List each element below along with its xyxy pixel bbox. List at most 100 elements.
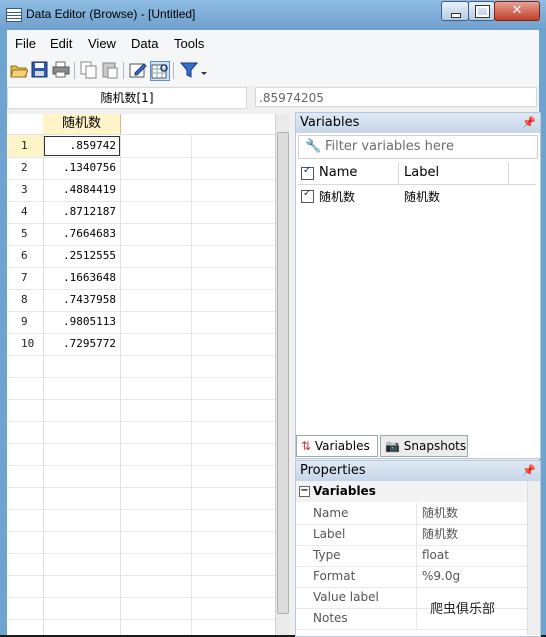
variable-checkbox[interactable]: [301, 188, 314, 203]
table-row[interactable]: [7, 531, 275, 554]
data-cell[interactable]: .7437958: [43, 289, 121, 311]
collapse-icon[interactable]: −: [299, 486, 310, 497]
property-row[interactable]: Name 随机数: [296, 503, 527, 525]
data-cell[interactable]: .2512555: [43, 245, 121, 267]
property-row[interactable]: Format %9.0g: [296, 566, 527, 588]
property-row[interactable]: Type float: [296, 545, 527, 567]
menu-edit[interactable]: Edit: [50, 36, 72, 51]
tab-snapshots[interactable]: 📷 Snapshots: [380, 435, 468, 457]
data-cell[interactable]: [43, 531, 121, 553]
data-cell[interactable]: .1663648: [43, 267, 121, 289]
select-all-checkbox[interactable]: [301, 165, 314, 180]
table-row[interactable]: 9.9805113: [7, 311, 275, 334]
data-cell[interactable]: [43, 509, 121, 531]
table-row[interactable]: [7, 443, 275, 466]
row-number[interactable]: 8: [7, 289, 44, 311]
table-row[interactable]: [7, 487, 275, 510]
current-cell-value[interactable]: .85974205: [255, 87, 537, 107]
filter-icon[interactable]: [179, 61, 199, 79]
filter-dropdown-icon[interactable]: [199, 61, 209, 79]
table-row[interactable]: [7, 399, 275, 422]
properties-group-variables[interactable]: − Variables: [296, 481, 527, 502]
data-cell[interactable]: [43, 487, 121, 509]
data-cell[interactable]: [43, 575, 121, 597]
row-number[interactable]: 5: [7, 223, 44, 245]
maximize-button[interactable]: [468, 1, 495, 21]
row-number[interactable]: 1: [7, 135, 44, 157]
row-number[interactable]: [7, 355, 44, 377]
data-cell[interactable]: [43, 619, 121, 635]
menu-file[interactable]: File: [15, 36, 36, 51]
table-row[interactable]: 5.7664683: [7, 223, 275, 246]
open-icon[interactable]: [10, 61, 29, 79]
row-number[interactable]: [7, 443, 44, 465]
data-cell[interactable]: .1340756: [43, 157, 121, 179]
column-header-random[interactable]: 随机数: [43, 114, 121, 134]
menu-data[interactable]: Data: [131, 36, 158, 51]
close-button[interactable]: ✕: [494, 1, 540, 21]
property-row[interactable]: Label 随机数: [296, 524, 527, 546]
grid-scrollbar[interactable]: [275, 114, 289, 635]
data-cell[interactable]: .859742: [43, 135, 121, 157]
data-cell[interactable]: [43, 597, 121, 619]
data-cell[interactable]: [43, 421, 121, 443]
table-row[interactable]: [7, 377, 275, 400]
data-cell[interactable]: [43, 377, 121, 399]
variable-row[interactable]: 随机数 随机数: [298, 186, 536, 206]
row-number[interactable]: 7: [7, 267, 44, 289]
row-number[interactable]: 10: [7, 333, 44, 355]
label-column-header[interactable]: Label: [404, 165, 439, 180]
table-row[interactable]: 4.8712187: [7, 201, 275, 224]
row-number[interactable]: [7, 575, 44, 597]
table-row[interactable]: [7, 355, 275, 378]
data-cell[interactable]: .7295772: [43, 333, 121, 355]
properties-scrollbar[interactable]: [527, 481, 540, 635]
edit-mode-icon[interactable]: [129, 61, 147, 79]
name-column-header[interactable]: Name: [319, 165, 357, 180]
table-row[interactable]: 10.7295772: [7, 333, 275, 356]
copy-icon[interactable]: [80, 61, 98, 79]
table-row[interactable]: [7, 465, 275, 488]
row-number[interactable]: 2: [7, 157, 44, 179]
row-number[interactable]: [7, 487, 44, 509]
data-cell[interactable]: .7664683: [43, 223, 121, 245]
menu-view[interactable]: View: [88, 36, 116, 51]
row-number[interactable]: 9: [7, 311, 44, 333]
data-cell[interactable]: .4884419: [43, 179, 121, 201]
browse-mode-icon[interactable]: [150, 61, 170, 81]
table-row[interactable]: [7, 509, 275, 532]
row-number[interactable]: 3: [7, 179, 44, 201]
data-cell[interactable]: [43, 553, 121, 575]
row-number[interactable]: [7, 421, 44, 443]
row-number[interactable]: [7, 531, 44, 553]
table-row[interactable]: [7, 553, 275, 576]
row-number[interactable]: [7, 465, 44, 487]
save-icon[interactable]: [31, 61, 49, 79]
table-row[interactable]: 8.7437958: [7, 289, 275, 312]
minimize-button[interactable]: [441, 1, 469, 21]
table-row[interactable]: 2.1340756: [7, 157, 275, 180]
data-cell[interactable]: [43, 443, 121, 465]
filter-variables-input[interactable]: 🔧 Filter variables here: [298, 135, 538, 159]
row-number[interactable]: [7, 553, 44, 575]
table-row[interactable]: [7, 575, 275, 598]
table-row[interactable]: 3.4884419: [7, 179, 275, 202]
table-row[interactable]: [7, 619, 275, 635]
row-number[interactable]: 4: [7, 201, 44, 223]
data-cell[interactable]: [43, 355, 121, 377]
row-number[interactable]: [7, 377, 44, 399]
data-cell[interactable]: .9805113: [43, 311, 121, 333]
scrollbar-thumb[interactable]: [277, 132, 289, 614]
paste-icon[interactable]: [101, 61, 119, 79]
row-number[interactable]: 6: [7, 245, 44, 267]
data-cell[interactable]: .8712187: [43, 201, 121, 223]
menu-tools[interactable]: Tools: [174, 36, 204, 51]
data-cell[interactable]: [43, 465, 121, 487]
title-bar[interactable]: Data Editor (Browse) - [Untitled] ✕: [0, 0, 546, 30]
row-number[interactable]: [7, 399, 44, 421]
table-row[interactable]: 6.2512555: [7, 245, 275, 268]
pin-icon[interactable]: 📌: [518, 113, 536, 133]
print-icon[interactable]: [52, 61, 70, 79]
table-row[interactable]: [7, 421, 275, 444]
table-row[interactable]: 7.1663648: [7, 267, 275, 290]
